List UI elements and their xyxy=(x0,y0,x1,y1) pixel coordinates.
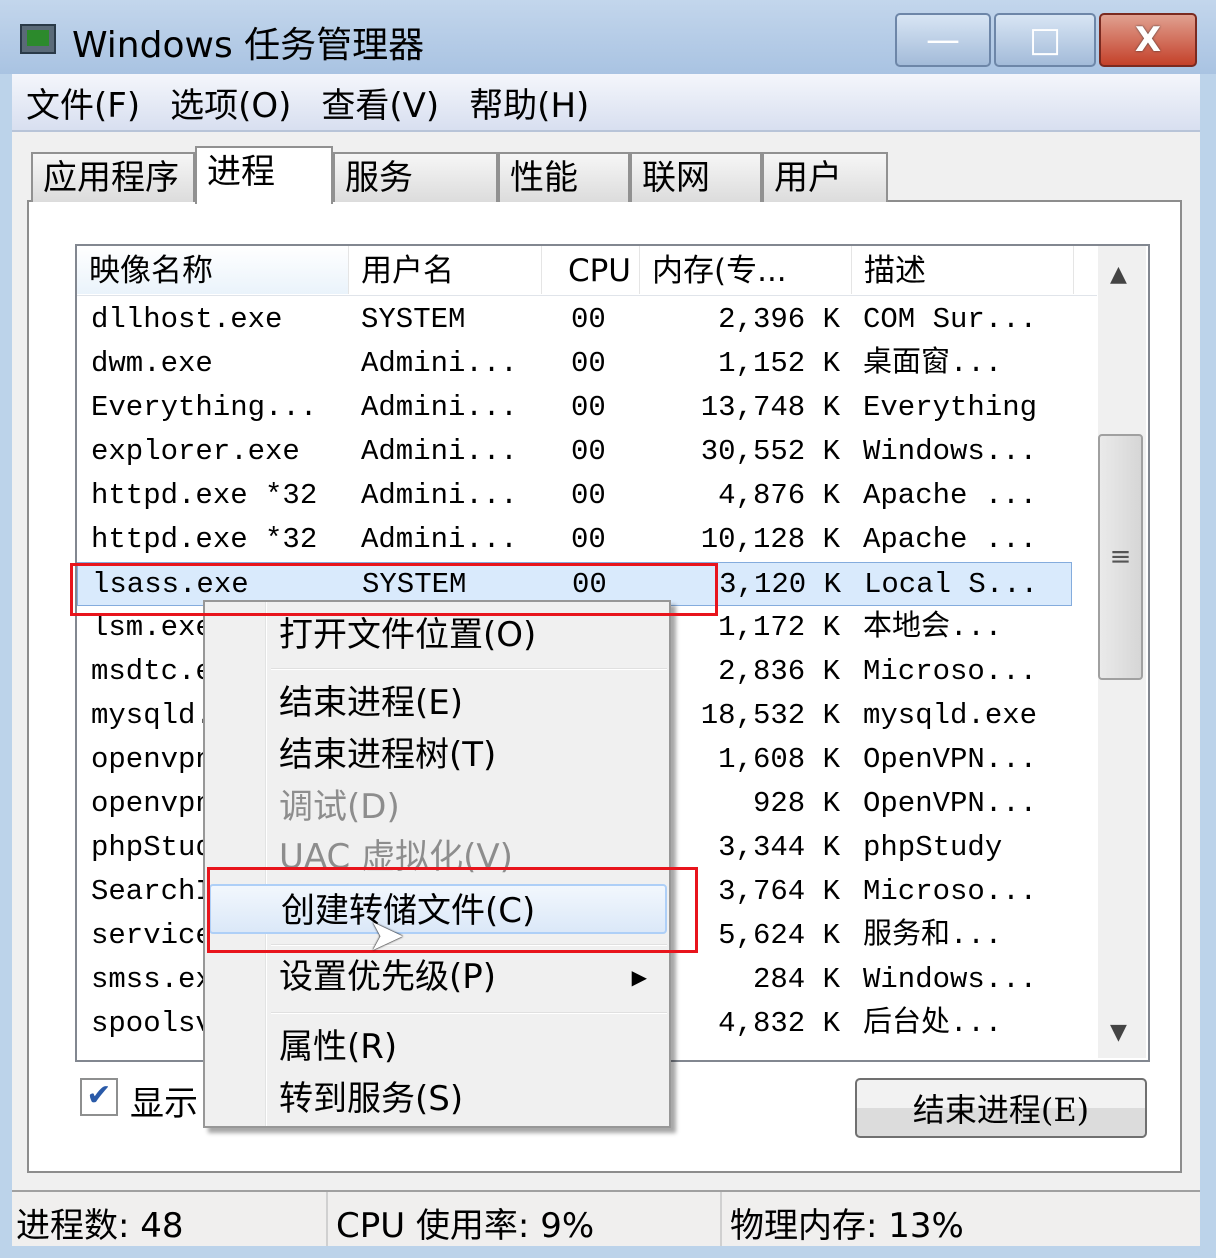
mouse-cursor-icon: ➤ xyxy=(368,910,405,961)
cell-description: 本地会... xyxy=(863,611,1003,644)
cell-user-name: Admini... xyxy=(361,479,518,512)
maximize-icon: □ xyxy=(1028,20,1062,60)
scrollbar-thumb[interactable]: ≡ xyxy=(1098,434,1143,680)
menu-separator xyxy=(271,668,667,670)
cell-memory: 4,876 K xyxy=(718,479,840,512)
cell-user-name: Admini... xyxy=(361,523,518,556)
menu-options[interactable]: 选项(O) xyxy=(170,78,291,127)
menu-file[interactable]: 文件(F) xyxy=(26,78,140,127)
cell-memory: 2,396 K xyxy=(718,303,840,336)
menu-go-to-service[interactable]: 转到服务(S) xyxy=(209,1074,667,1124)
menu-end-process[interactable]: 结束进程(E) xyxy=(209,678,667,728)
tab-processes[interactable]: 进程 xyxy=(195,146,333,204)
tab-services[interactable]: 服务 xyxy=(333,152,498,202)
cell-description: Apache ... xyxy=(863,479,1038,512)
cell-cpu: 00 xyxy=(571,303,606,336)
tab-networking[interactable]: 联网 xyxy=(630,152,762,202)
cell-image-name: httpd.exe *32 xyxy=(91,479,318,512)
menu-debug: 调试(D) xyxy=(279,787,400,827)
cell-image-name: httpd.exe *32 xyxy=(91,523,318,556)
cell-cpu: 00 xyxy=(571,435,606,468)
menu-bar: 文件(F) 选项(O) 查看(V) 帮助(H) xyxy=(12,74,1200,132)
process-count: 进程数: 48 xyxy=(16,1206,184,1246)
cell-user-name: Admini... xyxy=(361,391,518,424)
submenu-arrow-icon: ▶ xyxy=(631,965,647,989)
table-row[interactable]: explorer.exe Admini... 00 30,552 K Windows..… xyxy=(77,430,1072,474)
maximize-button[interactable]: □ xyxy=(994,13,1096,67)
cell-cpu: 00 xyxy=(571,523,606,556)
cell-cpu: 00 xyxy=(571,479,606,512)
cell-image-name: dllhost.exe xyxy=(91,303,283,336)
cell-memory: 1,152 K xyxy=(718,347,840,380)
cell-image-name: explorer.exe xyxy=(91,435,300,468)
table-row[interactable]: Everything... Admini... 00 13,748 K Everythi… xyxy=(77,386,1072,430)
cell-memory: 30,552 K xyxy=(700,435,840,468)
cell-description: 桌面窗... xyxy=(863,347,1003,380)
menu-properties[interactable]: 属性(R) xyxy=(209,1022,667,1072)
show-all-users-checkbox[interactable]: ✔ xyxy=(80,1078,118,1116)
menu-help[interactable]: 帮助(H) xyxy=(469,78,589,127)
menu-set-priority-label: 设置优先级(P) xyxy=(279,957,497,997)
column-image-name[interactable]: 映像名称 xyxy=(77,246,349,294)
cell-description: OpenVPN... xyxy=(863,743,1038,776)
table-row[interactable]: dllhost.exe SYSTEM 00 2,396 K COM Sur... xyxy=(77,298,1072,342)
task-manager-icon xyxy=(20,24,56,54)
cell-description: Everything xyxy=(863,391,1038,424)
menu-separator xyxy=(271,1012,667,1014)
menu-set-priority[interactable]: 设置优先级(P) ▶ xyxy=(209,952,667,1002)
column-user-name[interactable]: 用户名 xyxy=(349,246,542,294)
column-memory[interactable]: 内存(专... xyxy=(640,246,852,294)
menu-open-file-location[interactable]: 打开文件位置(O) xyxy=(209,610,667,660)
cell-description: 后台处... xyxy=(863,1007,1003,1040)
minimize-button[interactable]: — xyxy=(895,13,991,67)
status-divider xyxy=(720,1192,722,1246)
cell-description: Windows... xyxy=(863,435,1038,468)
cell-description: mysqld.exe xyxy=(863,699,1038,732)
menu-end-process-tree[interactable]: 结束进程树(T) xyxy=(209,730,667,780)
show-all-users-label: 显示 xyxy=(130,1084,198,1124)
physical-memory: 物理内存: 13% xyxy=(730,1206,964,1246)
table-row[interactable]: dwm.exe Admini... 00 1,152 K 桌面窗... xyxy=(77,342,1072,386)
status-bar: 进程数: 48 CPU 使用率: 9% 物理内存: 13% xyxy=(12,1190,1200,1246)
cell-user-name: Admini... xyxy=(361,435,518,468)
tab-performance[interactable]: 性能 xyxy=(498,152,630,202)
cell-description: Microso... xyxy=(863,655,1038,688)
cell-description: OpenVPN... xyxy=(863,787,1038,820)
tab-applications[interactable]: 应用程序 xyxy=(31,152,195,202)
cell-description: Microso... xyxy=(863,875,1038,908)
scroll-up-icon[interactable]: ▲ xyxy=(1110,262,1127,287)
tab-users[interactable]: 用户 xyxy=(762,152,888,202)
cell-description: phpStudy xyxy=(863,831,1003,864)
close-button[interactable]: X xyxy=(1099,13,1197,67)
end-process-button[interactable]: 结束进程(E) xyxy=(855,1078,1147,1138)
context-menu: 打开文件位置(O) 结束进程(E) 结束进程树(T) 调试(D) UAC 虚拟化… xyxy=(203,600,671,1128)
column-description[interactable]: 描述 xyxy=(852,246,1074,294)
table-row[interactable]: httpd.exe *32 Admini... 00 10,128 K Apache .… xyxy=(77,518,1072,562)
cell-cpu: 00 xyxy=(571,391,606,424)
status-divider xyxy=(326,1192,328,1246)
cpu-usage: CPU 使用率: 9% xyxy=(336,1206,595,1246)
minimize-icon: — xyxy=(926,20,960,60)
cell-description: Apache ... xyxy=(863,523,1038,556)
column-cpu[interactable]: CPU xyxy=(542,246,640,294)
highlight-box-selected-process xyxy=(70,563,718,616)
cell-description: COM Sur... xyxy=(863,303,1038,336)
cell-image-name: dwm.exe xyxy=(91,347,213,380)
highlight-box-dump-file xyxy=(207,867,698,953)
cell-cpu: 00 xyxy=(571,347,606,380)
cell-user-name: SYSTEM xyxy=(361,303,466,336)
table-row[interactable]: httpd.exe *32 Admini... 00 4,876 K Apache ..… xyxy=(77,474,1072,518)
menu-view[interactable]: 查看(V) xyxy=(321,78,439,127)
list-header: 映像名称 用户名 CPU 内存(专... 描述 xyxy=(77,246,1097,296)
cell-memory: 10,128 K xyxy=(700,523,840,556)
cell-user-name: Admini... xyxy=(361,347,518,380)
cell-memory: 13,748 K xyxy=(700,391,840,424)
cell-image-name: Everything... xyxy=(91,391,318,424)
cell-description: 服务和... xyxy=(863,919,1003,952)
scroll-down-icon[interactable]: ▼ xyxy=(1110,1020,1127,1045)
close-icon: X xyxy=(1134,20,1162,60)
cell-description: Windows... xyxy=(863,963,1038,996)
cell-description: Local S... xyxy=(864,568,1039,601)
window-title: Windows 任务管理器 xyxy=(72,25,425,66)
